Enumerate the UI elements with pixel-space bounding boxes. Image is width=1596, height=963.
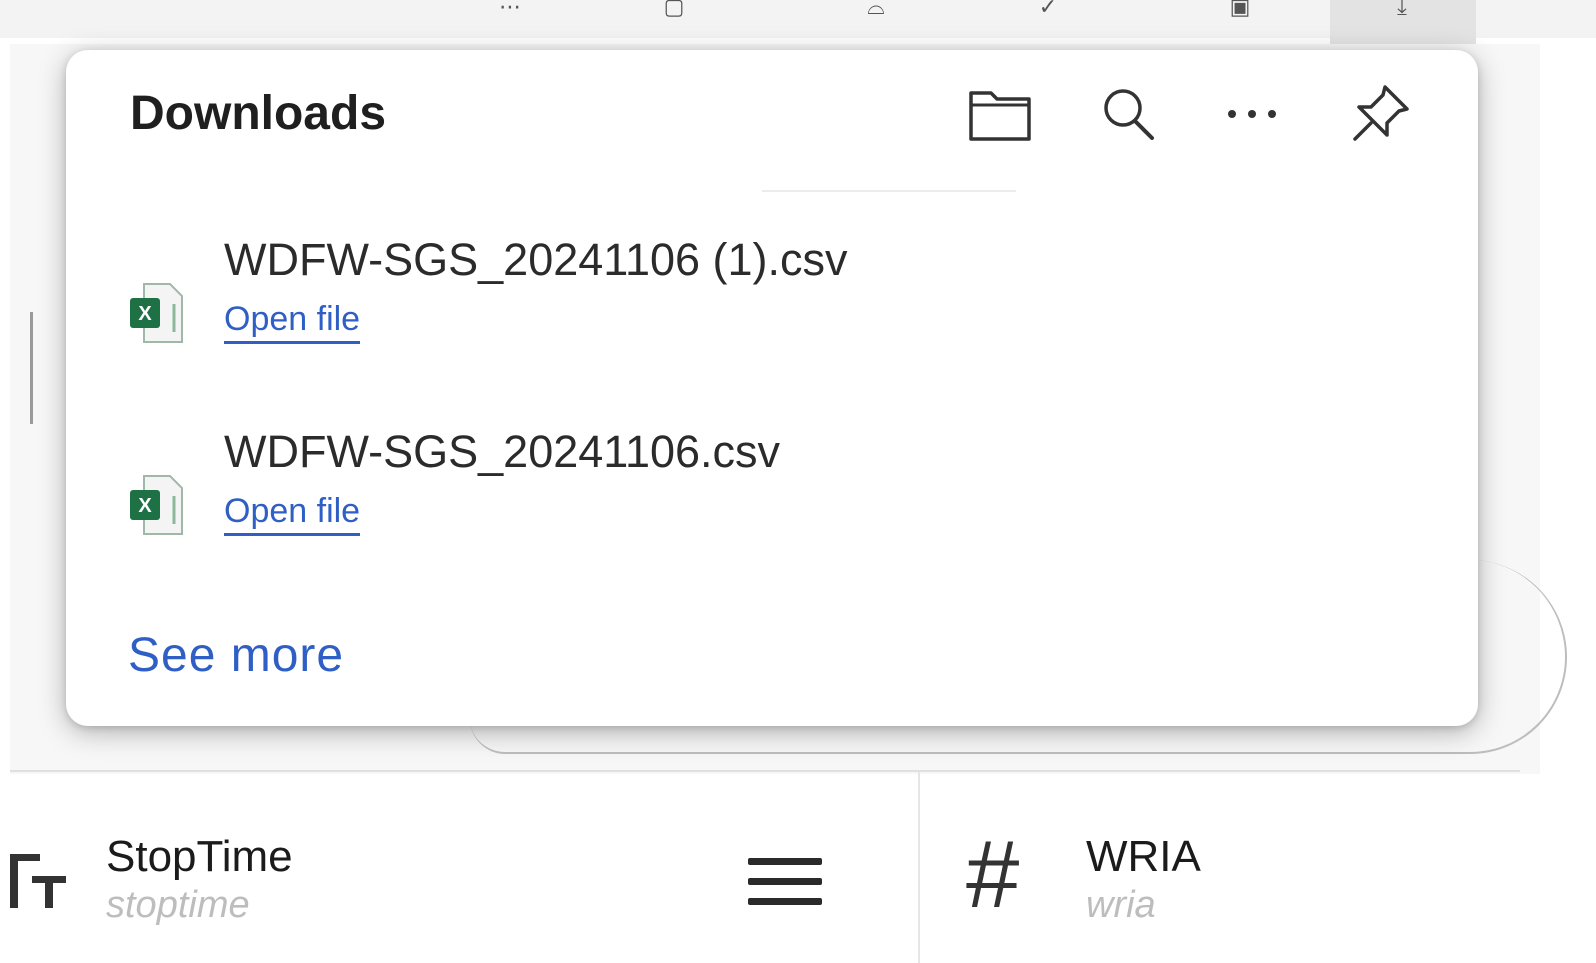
- search-downloads-button[interactable]: [1090, 78, 1166, 150]
- page-divider: [10, 770, 1520, 772]
- open-folder-icon: [969, 91, 1031, 141]
- download-item[interactable]: X WDFW-SGS_20241106 (1).csv Open file: [116, 234, 1436, 384]
- browser-toolbar: ⋯ ▢ ⌓ ✓ ▣ ⤓: [0, 0, 1596, 44]
- toolbar-icon-3[interactable]: ⌓: [858, 0, 894, 20]
- column-title: WRIA: [1086, 832, 1201, 881]
- download-filename: WDFW-SGS_20241106 (1).csv: [224, 234, 848, 285]
- open-file-link[interactable]: Open file: [224, 492, 361, 536]
- open-folder-button[interactable]: [962, 78, 1038, 150]
- number-type-icon: #: [966, 821, 1020, 928]
- more-options-button[interactable]: [1214, 78, 1290, 150]
- header-separator: [762, 190, 1016, 192]
- text-type-icon: [10, 854, 66, 908]
- column-title: StopTime: [106, 832, 293, 881]
- open-file-link[interactable]: Open file: [224, 300, 361, 344]
- svg-text:X: X: [138, 495, 152, 517]
- column-subtitle: stoptime: [106, 884, 250, 926]
- toolbar-icon-4[interactable]: ✓: [1030, 0, 1066, 20]
- toolbar-icon-5[interactable]: ▣: [1222, 0, 1258, 20]
- download-toolbar-icon[interactable]: ⤓: [1384, 0, 1420, 20]
- pin-icon: [1353, 85, 1409, 141]
- column-divider: [918, 772, 920, 963]
- popup-title: Downloads: [130, 87, 387, 140]
- toolbar-icon-2[interactable]: ▢: [656, 0, 692, 20]
- downloads-popup: Downloads X WDFW-SGS_20241106 (1).csv Op…: [66, 50, 1478, 726]
- column-subtitle: wria: [1086, 884, 1156, 926]
- download-filename: WDFW-SGS_20241106.csv: [224, 426, 781, 477]
- pin-button[interactable]: [1342, 78, 1418, 150]
- column-menu-icon[interactable]: [748, 858, 822, 910]
- download-item[interactable]: X WDFW-SGS_20241106.csv Open file: [116, 426, 1436, 576]
- toolbar-icon-1[interactable]: ⋯: [492, 0, 528, 20]
- see-more-link[interactable]: See more: [128, 628, 344, 683]
- more-icon: [1228, 110, 1276, 118]
- page-left-bar: [30, 312, 33, 424]
- svg-text:X: X: [138, 303, 152, 325]
- search-icon: [1104, 89, 1154, 140]
- excel-csv-file-icon: X: [130, 283, 183, 343]
- excel-csv-file-icon: X: [130, 475, 183, 535]
